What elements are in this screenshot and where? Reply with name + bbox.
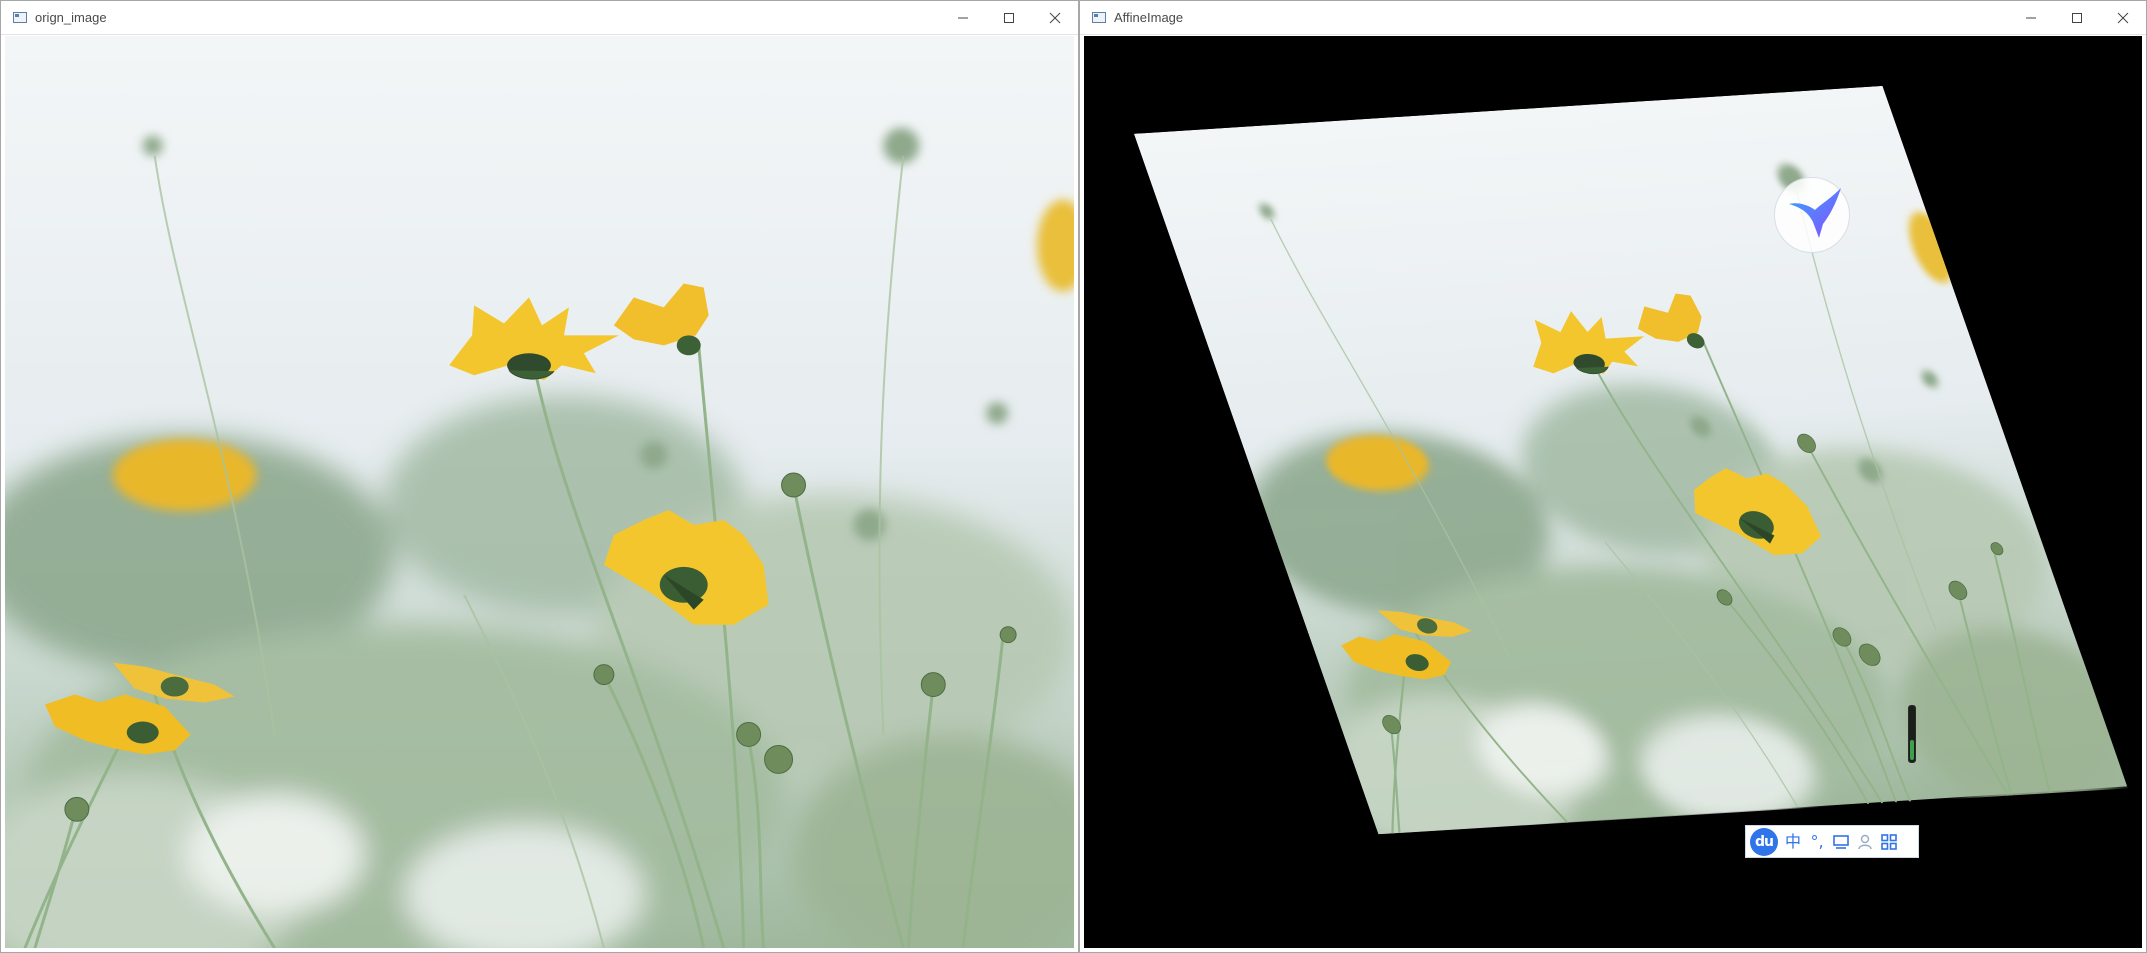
window-app-icon — [13, 12, 27, 23]
origin-image-window[interactable]: orign_image — [0, 0, 1079, 953]
close-icon — [2117, 12, 2129, 24]
minimize-button[interactable] — [940, 1, 986, 35]
window-app-icon — [1092, 12, 1106, 23]
maximize-icon — [1004, 13, 1014, 23]
indicator-level — [1910, 740, 1914, 760]
ime-punctuation[interactable]: °, — [1808, 832, 1826, 851]
hummingbird-badge[interactable] — [1774, 177, 1850, 253]
maximize-button[interactable] — [986, 1, 1032, 35]
ime-chinese-mode[interactable]: 中 — [1784, 832, 1802, 851]
minimize-icon — [958, 17, 968, 19]
maximize-button[interactable] — [2054, 1, 2100, 35]
window-title: orign_image — [35, 10, 107, 25]
affine-image-window[interactable]: AffineImage — [1079, 0, 2147, 953]
flower-photo — [5, 36, 1074, 948]
volume-indicator[interactable] — [1908, 705, 1916, 763]
window-title: AffineImage — [1114, 10, 1184, 25]
origin-title-bar[interactable]: orign_image — [1, 1, 1078, 35]
window-controls — [940, 1, 1078, 35]
origin-image-canvas[interactable] — [5, 36, 1074, 948]
close-icon — [1049, 12, 1061, 24]
close-button[interactable] — [1032, 1, 1078, 35]
ime-grid-button[interactable] — [1880, 833, 1898, 851]
ime-keyboard-button[interactable] — [1832, 833, 1850, 851]
origin-photo-content — [5, 36, 1074, 948]
minimize-icon — [2026, 17, 2036, 19]
affine-title-bar[interactable]: AffineImage — [1080, 1, 2146, 35]
ime-logo[interactable]: du — [1750, 827, 1778, 856]
user-icon — [1858, 834, 1872, 849]
ime-user-button[interactable] — [1856, 833, 1874, 851]
affine-image-canvas[interactable] — [1084, 36, 2142, 948]
grid-icon — [1881, 833, 1897, 850]
window-controls — [2008, 1, 2146, 35]
minimize-button[interactable] — [2008, 1, 2054, 35]
ime-toolbar[interactable]: du 中 °, — [1745, 825, 1919, 858]
close-button[interactable] — [2100, 1, 2146, 35]
keyboard-icon — [1833, 834, 1849, 849]
affine-transformed-photo — [1084, 36, 2142, 948]
maximize-icon — [2072, 13, 2082, 23]
hummingbird-icon — [1789, 188, 1841, 238]
